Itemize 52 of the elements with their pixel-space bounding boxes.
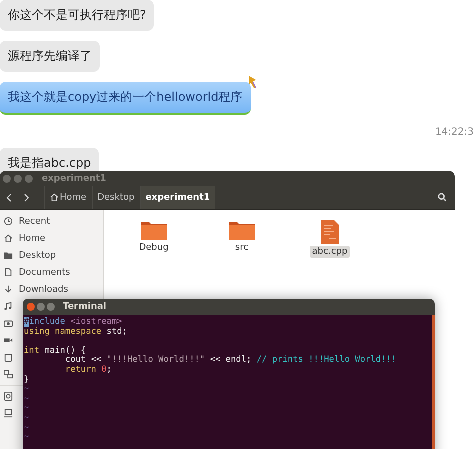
- code-line: ~: [24, 433, 30, 443]
- chevron-left-icon: [6, 194, 12, 202]
- window-title: Terminal: [63, 302, 107, 312]
- search-icon[interactable]: [438, 193, 447, 202]
- code-line: ~: [24, 424, 30, 434]
- code-line: return 0;: [64, 366, 113, 376]
- chat-bubble: 你这个不是可执行程序吧?: [0, 0, 154, 31]
- sidebar-item[interactable]: Desktop: [0, 247, 103, 264]
- code-line: using namespace std;: [24, 328, 128, 338]
- folder-icon: [141, 220, 167, 240]
- close-button[interactable]: [27, 303, 35, 311]
- folder-icon: [4, 251, 13, 260]
- code-file-icon: [321, 220, 339, 244]
- camera-icon: [4, 319, 13, 328]
- path-button[interactable]: Home: [44, 186, 92, 209]
- close-button[interactable]: [3, 174, 11, 182]
- document-icon: [4, 268, 13, 277]
- code-line: int main() {: [24, 346, 88, 356]
- clock-icon: [4, 217, 13, 226]
- minimize-button[interactable]: [14, 174, 22, 182]
- timestamp: 14:22:3: [435, 127, 474, 138]
- home-icon: [50, 193, 59, 202]
- video-icon: [4, 336, 13, 345]
- computer-icon: [4, 409, 13, 418]
- code-line: ~: [24, 385, 30, 395]
- minimize-button[interactable]: [37, 303, 45, 311]
- chat-bubble: 我这个就是copy过来的一个helloworld程序: [0, 82, 251, 115]
- code-line: cout << "!!!Hello World!!!" << endl; // prints !!!Hello World!!!: [64, 356, 398, 366]
- network-icon: [4, 370, 13, 379]
- file-name[interactable]: Debug: [137, 242, 171, 254]
- music-icon: [4, 302, 13, 311]
- code-line: #include <iostream>: [24, 318, 124, 328]
- chat-bubble: 源程序先编译了: [0, 41, 100, 72]
- chevron-right-icon: [24, 194, 30, 202]
- code-line: }: [24, 376, 30, 386]
- code-line: ~: [24, 404, 30, 414]
- trash-icon: [4, 353, 13, 362]
- sidebar-item[interactable]: Home: [0, 230, 103, 247]
- download-icon: [4, 285, 13, 294]
- maximize-button[interactable]: [47, 303, 55, 311]
- code-line: ~: [24, 394, 30, 404]
- sidebar-item[interactable]: Downloads: [0, 281, 103, 298]
- maximize-button[interactable]: [25, 174, 33, 182]
- path-button[interactable]: experiment1: [140, 186, 216, 209]
- file-name[interactable]: abc.cpp: [310, 246, 350, 258]
- file-name[interactable]: src: [233, 242, 251, 254]
- sidebar-item[interactable]: Documents: [0, 264, 103, 281]
- sidebar-item[interactable]: Recent: [0, 213, 103, 230]
- disk-icon: [4, 392, 13, 401]
- home-icon: [4, 234, 13, 243]
- code-line: ~: [24, 414, 30, 424]
- folder-icon: [229, 220, 255, 240]
